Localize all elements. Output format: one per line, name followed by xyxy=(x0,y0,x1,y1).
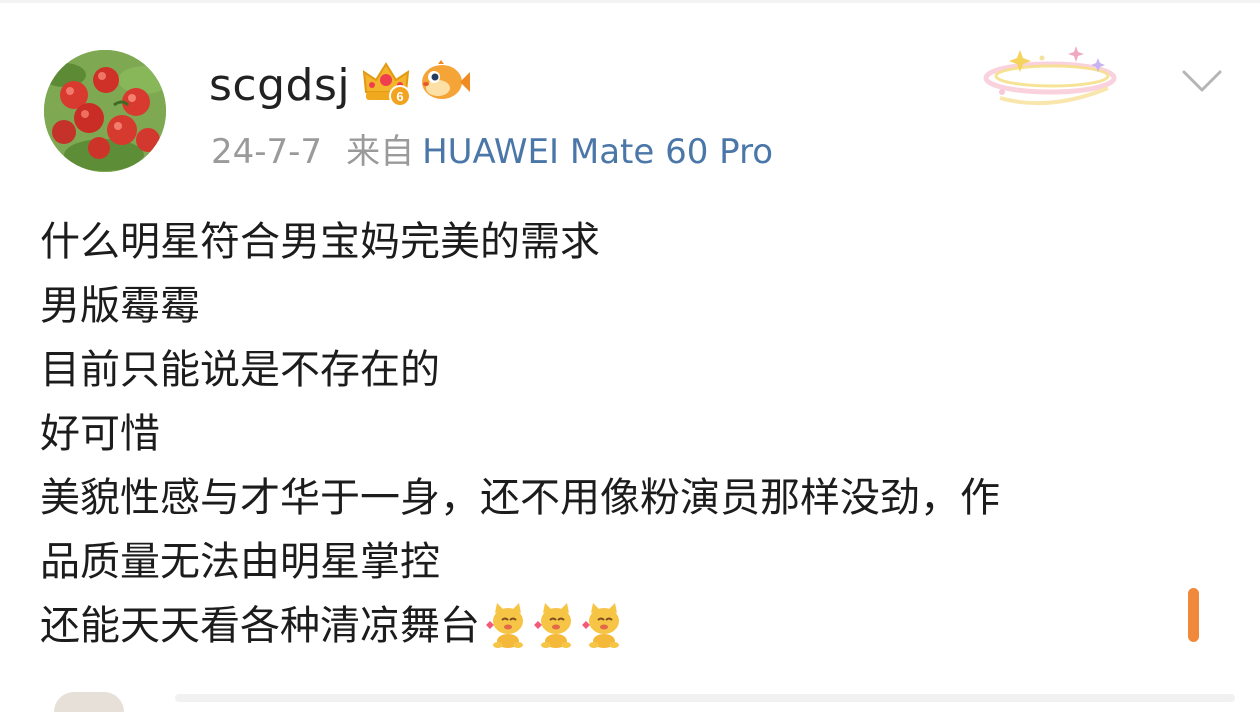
emoji-row xyxy=(482,599,626,649)
username[interactable]: scgdsj xyxy=(209,58,350,114)
content-line: 好可惜 xyxy=(40,411,160,457)
content-line: 什么明星符合男宝妈完美的需求 xyxy=(40,219,600,265)
apple-orchard-avatar-icon xyxy=(44,50,166,172)
top-divider xyxy=(0,0,1260,3)
post-content: 什么明星符合男宝妈完美的需求 男版霉霉 目前只能说是不存在的 好可惜 美貌性感与… xyxy=(40,210,1230,658)
next-post-edge xyxy=(175,694,1235,702)
content-line: 目前只能说是不存在的 xyxy=(40,347,440,393)
sparkle-ring-decoration xyxy=(983,46,1117,106)
crown-level-icon[interactable]: 6 xyxy=(360,58,412,108)
content-line: 品质量无法由明星掌控 xyxy=(40,539,440,585)
content-line-text: 还能天天看各种清凉舞台 xyxy=(40,603,480,649)
scroll-indicator[interactable] xyxy=(1188,588,1199,642)
avatar[interactable] xyxy=(44,50,166,172)
badge-level-text: 6 xyxy=(396,89,403,104)
next-post-avatar-edge xyxy=(54,692,124,712)
pufferfish-icon[interactable] xyxy=(418,60,470,104)
cat-heart-emoji-icon xyxy=(582,603,619,648)
post-meta: 24-7-7 来自 HUAWEI Mate 60 Pro xyxy=(211,130,773,174)
from-label: 来自 xyxy=(346,132,415,172)
content-line-last: 还能天天看各种清凉舞台 xyxy=(40,594,1230,658)
content-line: 美貌性感与才华于一身，还不用像粉演员那样没劲，作 xyxy=(40,475,1000,521)
cat-heart-emoji-icon xyxy=(486,603,523,648)
post-date: 24-7-7 xyxy=(211,132,323,172)
content-line: 男版霉霉 xyxy=(40,283,200,329)
cat-heart-emoji-icon xyxy=(534,603,571,648)
device-link[interactable]: HUAWEI Mate 60 Pro xyxy=(422,132,773,172)
chevron-down-icon[interactable] xyxy=(1180,64,1224,98)
